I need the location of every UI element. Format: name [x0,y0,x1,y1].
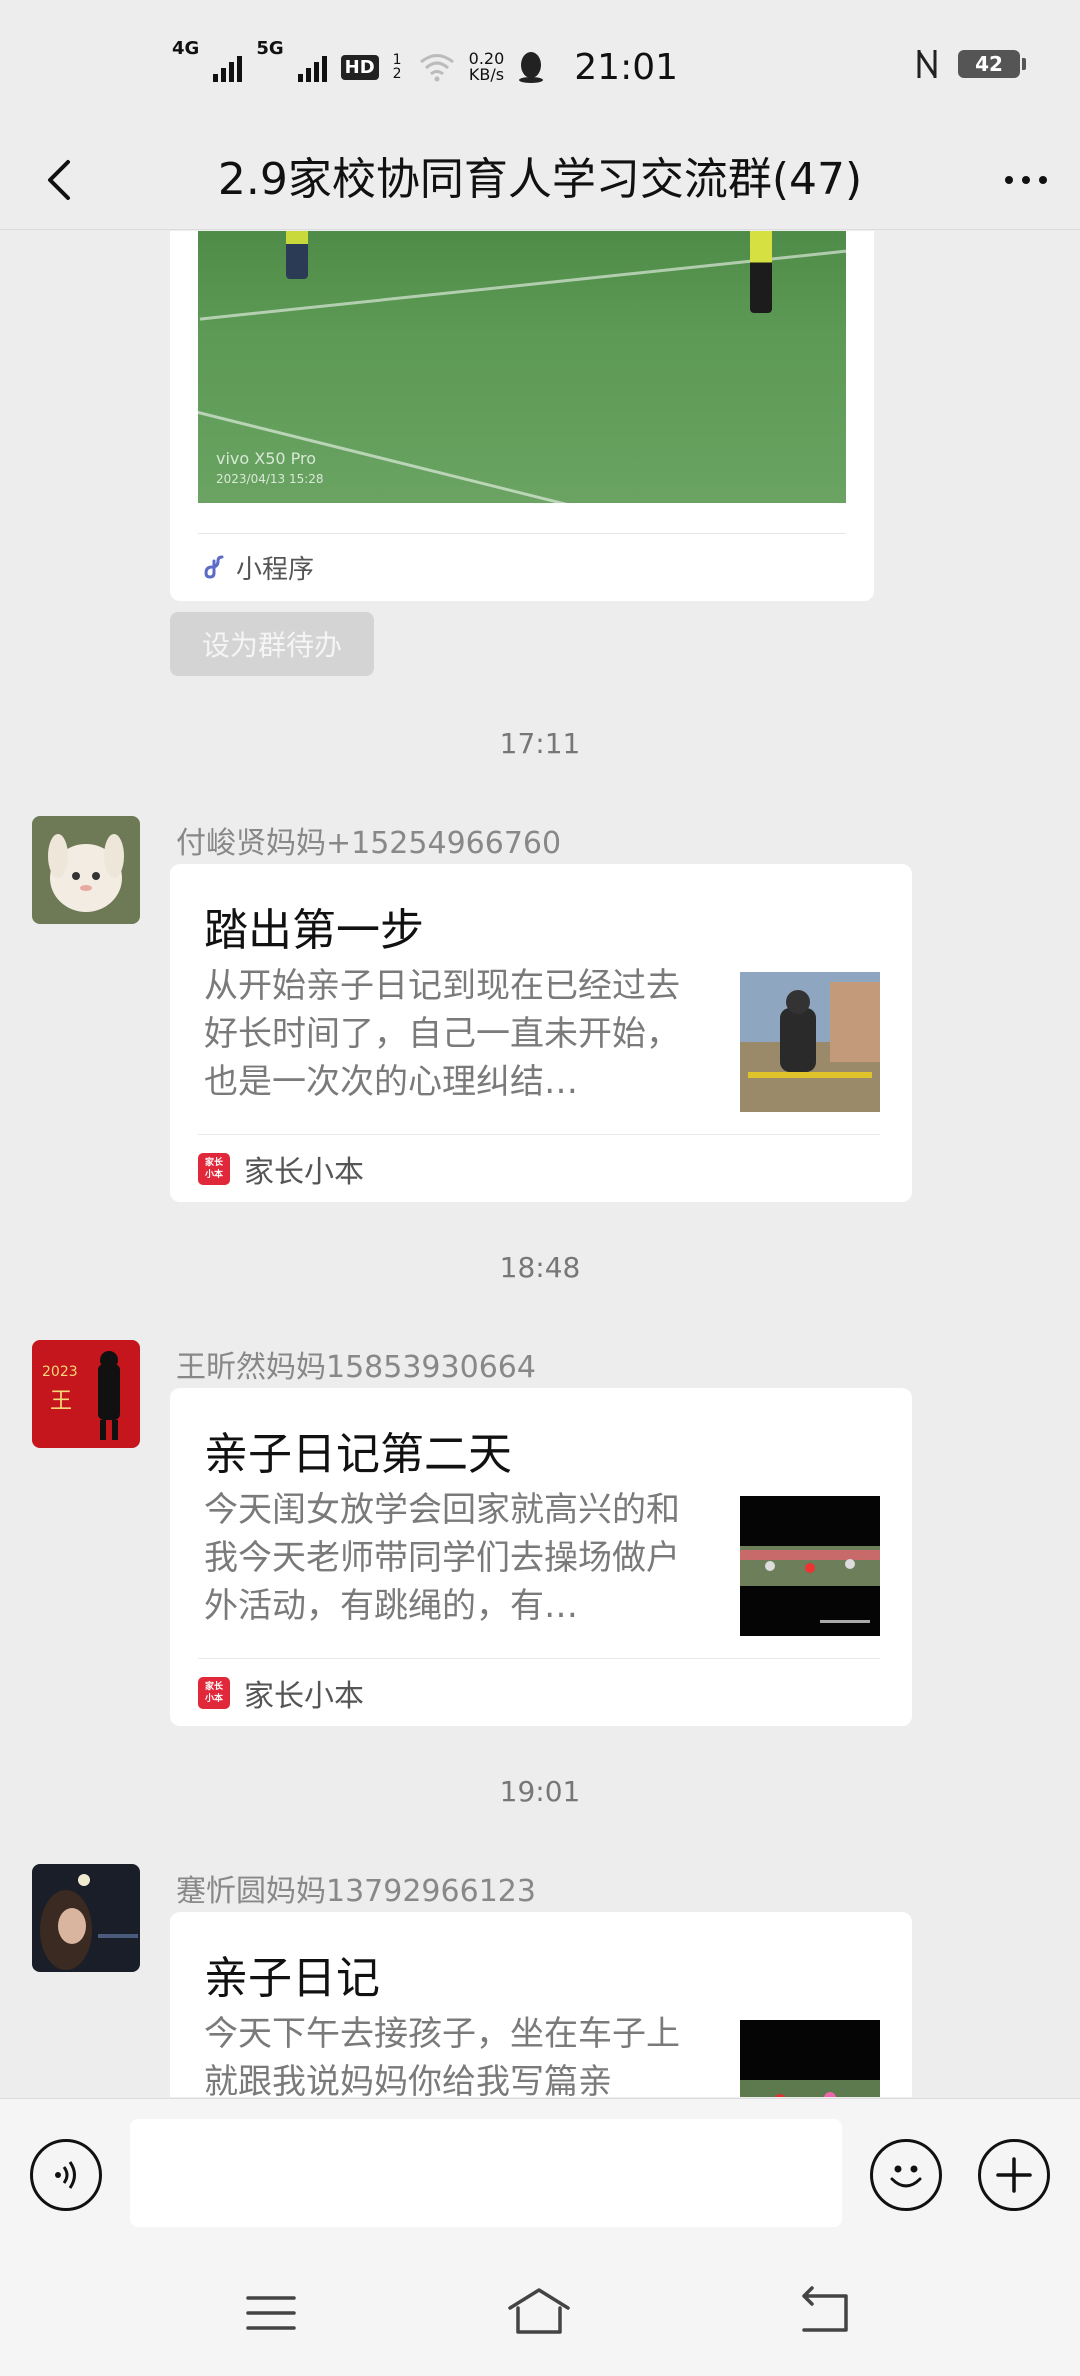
sender-name: 蹇忻圆妈妈13792966123 [176,1874,536,1909]
more-options-button[interactable] [996,150,1056,210]
card-source: 家长 小本 家长小本 [198,1146,364,1192]
message-text-input[interactable] [130,2119,842,2227]
mini-program-card[interactable]: vivo X50 Pro 2023/04/13 15:28 小程序 [170,231,874,601]
network-5g-label: 5G [256,38,284,59]
photo-watermark: vivo X50 Pro 2023/04/13 15:28 [216,449,324,489]
article-card[interactable]: 踏出第一步 从开始亲子日记到现在已经过去好长时间了，自己一直未开始，也是一次次的… [170,864,912,1202]
article-description: 从开始亲子日记到现在已经过去好长时间了，自己一直未开始，也是一次次的心理纠结… [204,966,680,1102]
back-arrow-icon [802,2286,848,2332]
divider [198,1134,880,1135]
watermark-device: vivo X50 Pro [216,449,317,468]
card-source-label: 家长小本 [244,1679,364,1714]
battery-icon: 42 [958,50,1026,78]
hd-icon: HD [340,54,379,80]
card-source: 家长 小本 家长小本 [198,1670,364,1716]
svg-text:王: 王 [50,1389,72,1414]
article-title: 亲子日记第二天 [204,1429,512,1480]
article-thumbnail [740,1496,880,1636]
article-card[interactable]: 亲子日记第二天 今天闺女放学会回家就高兴的和我今天老师带同学们去操场做户外活动，… [170,1388,912,1726]
card-source-label: 家长小本 [244,1155,364,1190]
more-functions-button[interactable] [978,2139,1050,2211]
back-nav-button[interactable] [790,2278,860,2348]
message-timestamp: 18:48 [499,1251,581,1284]
chat-header: 2.9家校协同育人学习交流群(47) [0,130,1080,230]
menu-button[interactable] [236,2278,306,2348]
signal-icon [213,52,243,82]
message-input-bar [0,2098,1080,2246]
plus-icon [996,2157,1032,2193]
person-figure [286,231,308,279]
svg-text:2023: 2023 [42,1364,78,1380]
divider [198,1658,880,1659]
network-4g-label: 4G [172,38,200,59]
nfc-icon [917,50,937,78]
wifi-icon [419,54,454,82]
signal-icon-2 [297,52,327,82]
more-dot-icon [1022,176,1030,184]
playground-image[interactable]: vivo X50 Pro 2023/04/13 15:28 [198,231,846,503]
article-thumbnail [740,972,880,1112]
article-title: 踏出第一步 [204,905,424,956]
voice-icon [55,2161,76,2189]
article-description: 今天闺女放学会回家就高兴的和我今天老师带同学们去操场做户外活动，有跳绳的，有… [204,1490,680,1626]
more-dot-icon [1039,176,1047,184]
avatar[interactable]: 2023 王 [32,1340,140,1448]
article-description: 今天下午去接孩子，坐在车子上就跟我说妈妈你给我写篇亲 [204,2014,680,2097]
person-figure [750,231,772,313]
status-bar: 4G 5G HD 1 2 0.20 KB/s 21:01 42 [0,0,1080,130]
message-timestamp: 17:11 [499,727,581,760]
battery-level: 42 [975,52,1003,76]
menu-icon [246,2296,296,2330]
jiazhang-xiaoben-logo-icon: 家长 小本 [198,1677,230,1709]
emoji-button[interactable] [870,2139,942,2211]
sender-name: 付峻贤妈妈+15254966760 [176,826,562,861]
emoji-icon [890,2165,922,2188]
watermark-date: 2023/04/13 15:28 [216,472,324,486]
qq-penguin-icon [519,52,544,83]
avatar-new-year-image: 2023 王 [32,1340,140,1448]
divider [198,533,846,534]
home-icon [508,2288,570,2334]
avatar-night-portrait-image [32,1864,140,1972]
jiazhang-xiaoben-logo-icon: 家长 小本 [198,1153,230,1185]
chat-message-list[interactable]: vivo X50 Pro 2023/04/13 15:28 小程序 设为群待办 … [0,231,1080,2097]
status-right: 42 [916,48,1026,80]
article-card[interactable]: 亲子日记 今天下午去接孩子，坐在车子上就跟我说妈妈你给我写篇亲 [170,1912,912,2097]
mini-program-source: 小程序 [200,545,314,589]
home-button[interactable] [504,2278,574,2348]
status-left: 4G 5G HD 1 2 0.20 KB/s 21:01 [172,38,679,92]
mini-program-label: 小程序 [236,554,315,585]
clock: 21:01 [574,46,679,88]
mini-program-icon [204,555,224,579]
system-navigation-bar [0,2246,1080,2376]
hd-sub-label: 1 2 [392,52,402,82]
avatar[interactable] [32,1864,140,1972]
voice-input-button[interactable] [30,2139,102,2211]
avatar[interactable] [32,816,140,924]
article-title: 亲子日记 [204,1953,380,2004]
more-dot-icon [1005,176,1013,184]
sender-name: 王昕然妈妈15853930664 [176,1350,536,1385]
net-speed: 0.20 KB/s [469,51,505,83]
set-group-todo-button[interactable]: 设为群待办 [170,612,374,676]
net-speed-unit: KB/s [468,65,505,84]
article-thumbnail [740,2020,880,2097]
page-title: 2.9家校协同育人学习交流群(47) [217,154,863,205]
message-timestamp: 19:01 [499,1775,581,1808]
avatar-bunny-image [32,816,140,924]
